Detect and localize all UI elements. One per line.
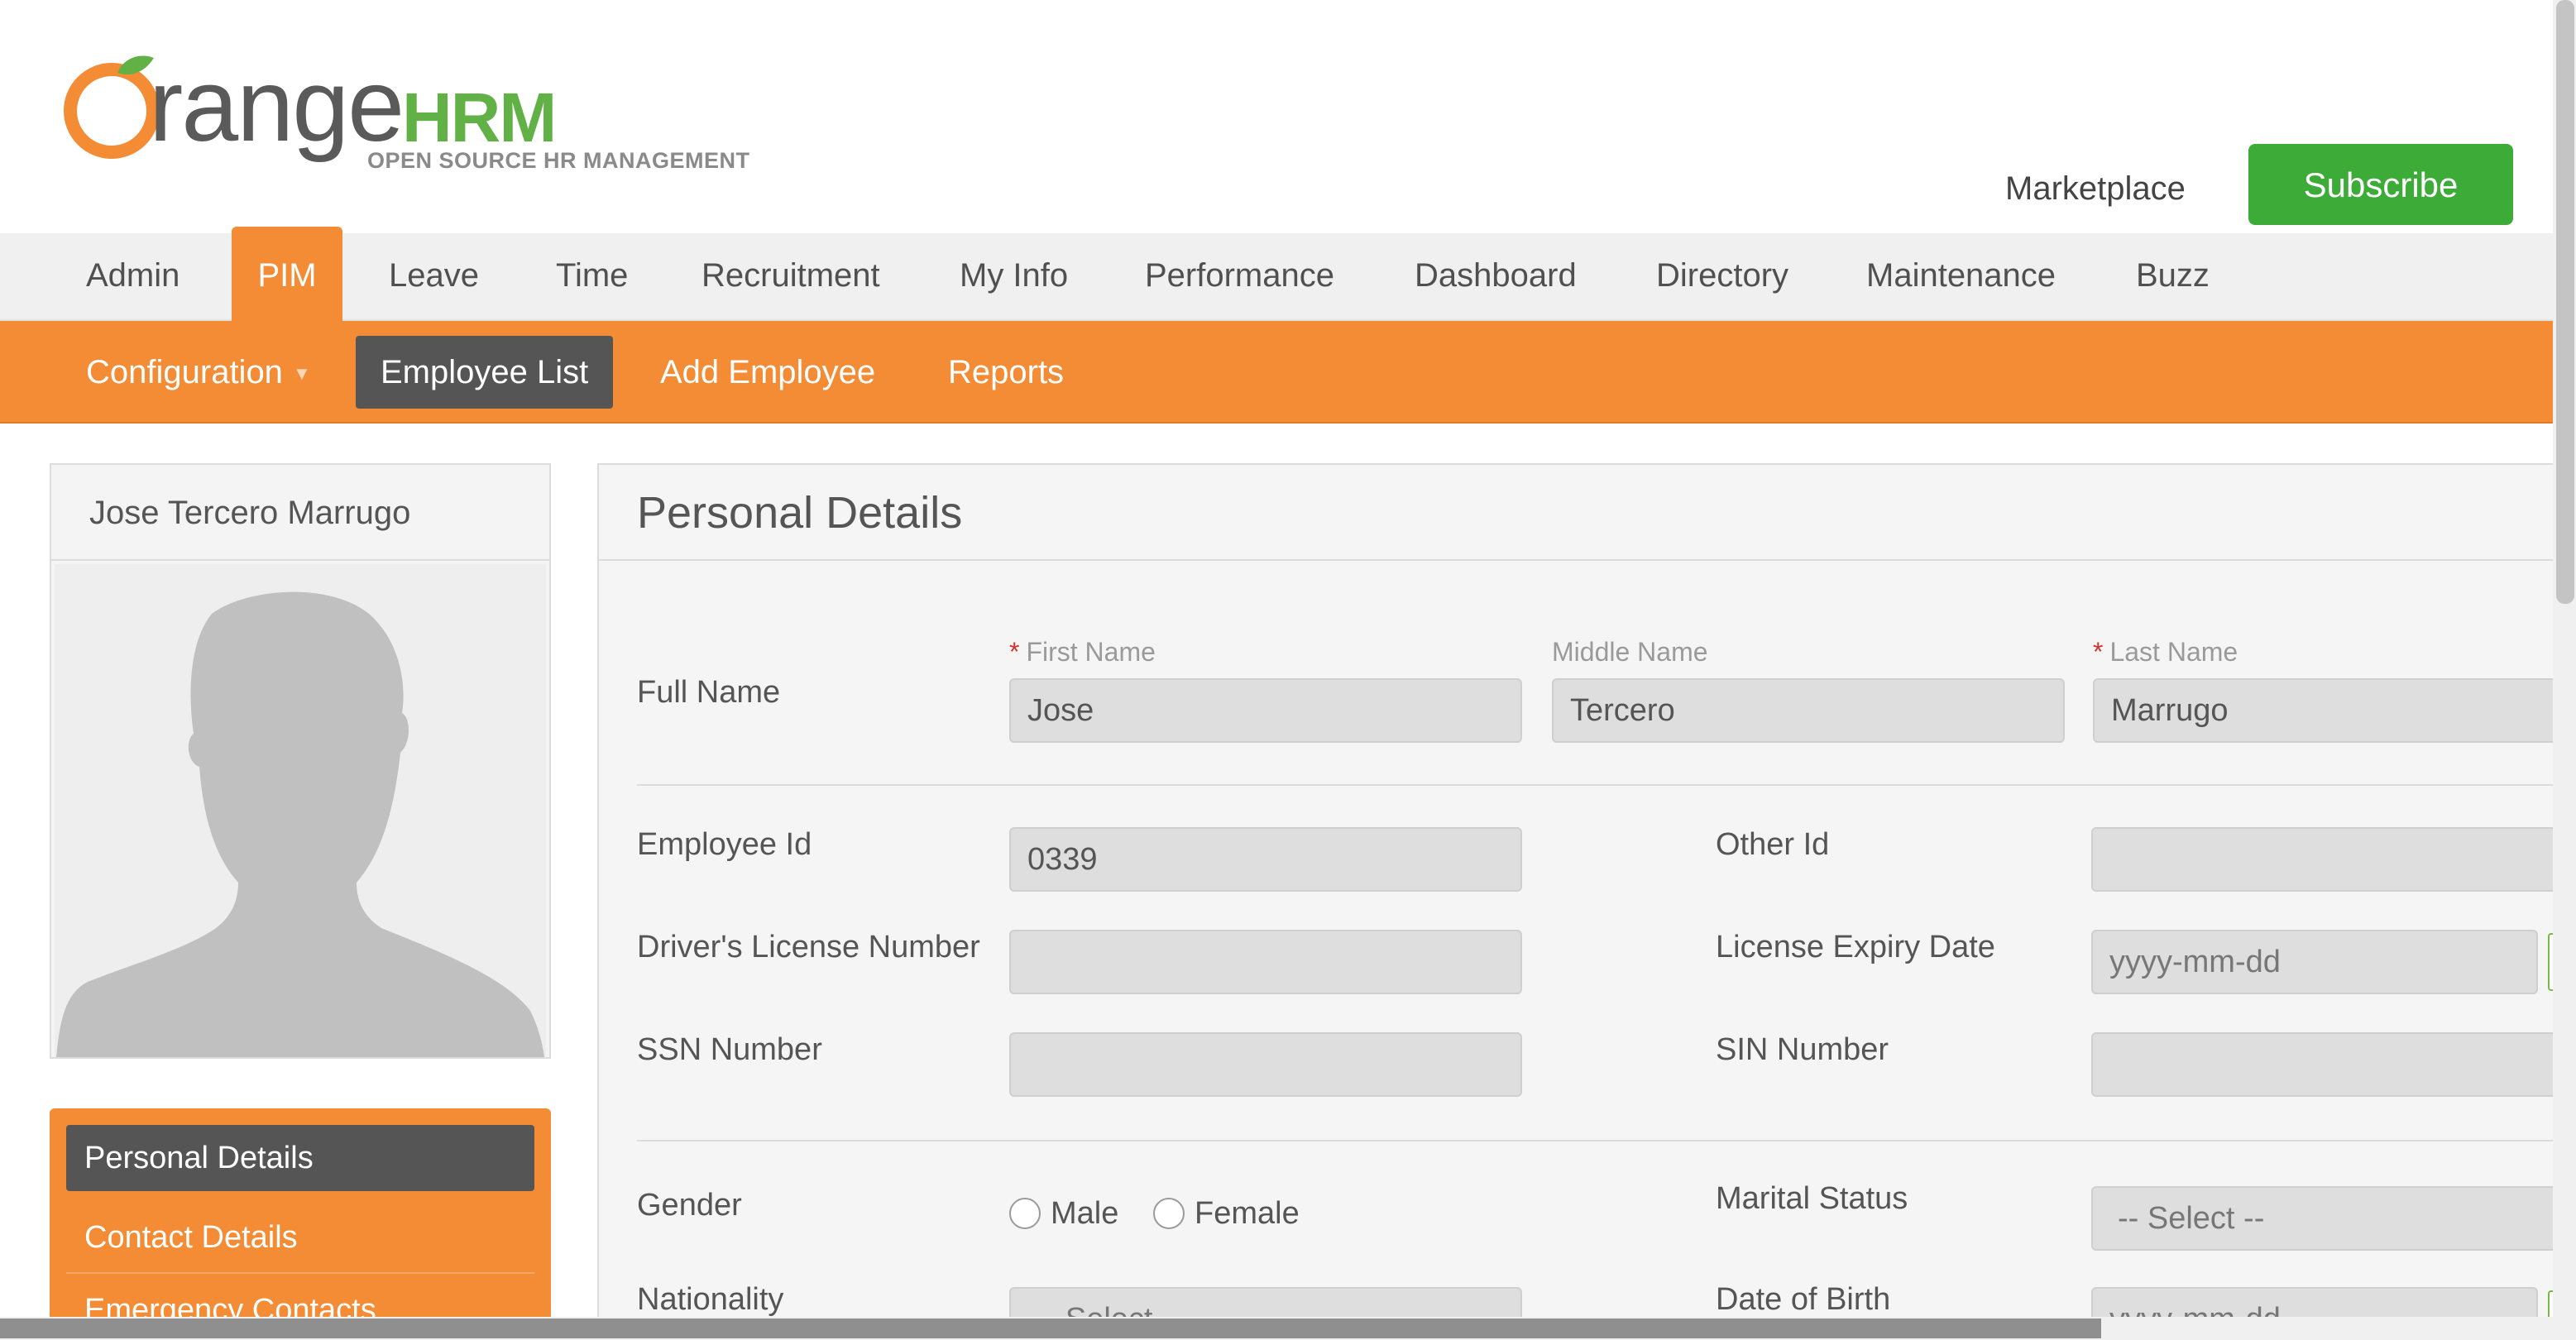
drivers-license-input[interactable]: [1009, 930, 1522, 994]
ssn-input[interactable]: [1009, 1032, 1522, 1097]
personal-details-title: Personal Details: [599, 465, 2568, 561]
first-name-label: * First Name: [1009, 637, 1156, 667]
nav-admin[interactable]: Admin: [86, 233, 180, 321]
gender-label: Gender: [637, 1188, 742, 1223]
side-divider: [66, 1272, 534, 1274]
gender-male-radio[interactable]: [1009, 1198, 1041, 1229]
subnav-configuration[interactable]: Configuration ▼: [86, 321, 311, 424]
marital-status-label: Marital Status: [1716, 1181, 1908, 1216]
gender-male-label[interactable]: Male: [1051, 1194, 1118, 1232]
last-name-input[interactable]: Marrugo: [2093, 678, 2573, 743]
nav-recruitment[interactable]: Recruitment: [701, 233, 880, 321]
profile-card: Jose Tercero Marrugo: [50, 463, 551, 1059]
side-menu: Personal Details Contact Details Emergen…: [50, 1108, 551, 1340]
subnav-add-employee[interactable]: Add Employee: [660, 321, 875, 424]
nav-time[interactable]: Time: [556, 233, 628, 321]
logo-hrm: HRM: [402, 79, 557, 156]
nationality-label: Nationality: [637, 1282, 784, 1317]
nav-buzz[interactable]: Buzz: [2136, 233, 2210, 321]
section-divider: [637, 784, 2568, 786]
subnav-reports[interactable]: Reports: [948, 321, 1064, 424]
sub-nav: Configuration ▼ Employee List Add Employe…: [0, 321, 2553, 424]
side-item-personal-details[interactable]: Personal Details: [66, 1125, 534, 1191]
horizontal-scrollbar-thumb[interactable]: [0, 1318, 2101, 1338]
license-expiry-label: License Expiry Date: [1716, 930, 1995, 964]
license-expiry-input[interactable]: yyyy-mm-dd: [2091, 930, 2538, 994]
employee-id-input[interactable]: 0339: [1009, 827, 1522, 892]
vertical-scrollbar-thumb[interactable]: [2556, 0, 2574, 604]
employee-id-label: Employee Id: [637, 827, 812, 862]
sin-label: SIN Number: [1716, 1032, 1889, 1067]
section-divider: [637, 1140, 2568, 1141]
subnav-employee-list[interactable]: Employee List: [356, 336, 614, 409]
ssn-label: SSN Number: [637, 1032, 822, 1067]
subscribe-button[interactable]: Subscribe: [2248, 144, 2513, 225]
nav-directory[interactable]: Directory: [1656, 233, 1788, 321]
header: range HRM OPEN SOURCE HR MANAGEMENT Mark…: [0, 0, 2553, 232]
app-root: range HRM OPEN SOURCE HR MANAGEMENT Mark…: [0, 0, 2576, 1340]
profile-name: Jose Tercero Marrugo: [51, 465, 549, 561]
other-id-label: Other Id: [1716, 827, 1830, 862]
avatar[interactable]: [55, 564, 546, 1057]
nav-my-info[interactable]: My Info: [960, 233, 1068, 321]
last-name-label: * Last Name: [2093, 637, 2238, 667]
nav-leave[interactable]: Leave: [389, 233, 479, 321]
orangehrm-logo[interactable]: range HRM OPEN SOURCE HR MANAGEMENT: [51, 30, 779, 187]
other-id-input[interactable]: [2091, 827, 2571, 892]
nav-dashboard[interactable]: Dashboard: [1415, 233, 1577, 321]
gender-female-radio[interactable]: [1153, 1198, 1185, 1229]
first-name-input[interactable]: Jose: [1009, 678, 1522, 743]
nav-performance[interactable]: Performance: [1145, 233, 1334, 321]
marital-status-select[interactable]: -- Select --: [2091, 1186, 2571, 1251]
dob-label: Date of Birth: [1716, 1282, 1891, 1317]
full-name-label: Full Name: [637, 675, 781, 710]
drivers-license-label: Driver's License Number: [637, 930, 980, 964]
gender-female-label[interactable]: Female: [1195, 1194, 1300, 1232]
main-nav: Admin PIM Leave Time Recruitment My Info…: [0, 227, 2553, 321]
middle-name-input[interactable]: Tercero: [1552, 678, 2065, 743]
person-silhouette-icon: [56, 591, 544, 1057]
subnav-configuration-label: Configuration: [86, 354, 283, 390]
personal-details-panel: Personal Details Full Name * First Name M…: [597, 463, 2573, 1340]
logo-tagline: OPEN SOURCE HR MANAGEMENT: [367, 148, 750, 173]
nav-pim[interactable]: PIM: [232, 227, 342, 321]
marketplace-link[interactable]: Marketplace: [2005, 165, 2186, 212]
logo-wordmark: range: [149, 49, 405, 163]
side-item-contact-details[interactable]: Contact Details: [66, 1204, 534, 1271]
caret-down-icon: ▼: [292, 363, 311, 385]
middle-name-label: Middle Name: [1552, 637, 1708, 667]
nav-maintenance[interactable]: Maintenance: [1866, 233, 2056, 321]
sin-input[interactable]: [2091, 1032, 2571, 1097]
